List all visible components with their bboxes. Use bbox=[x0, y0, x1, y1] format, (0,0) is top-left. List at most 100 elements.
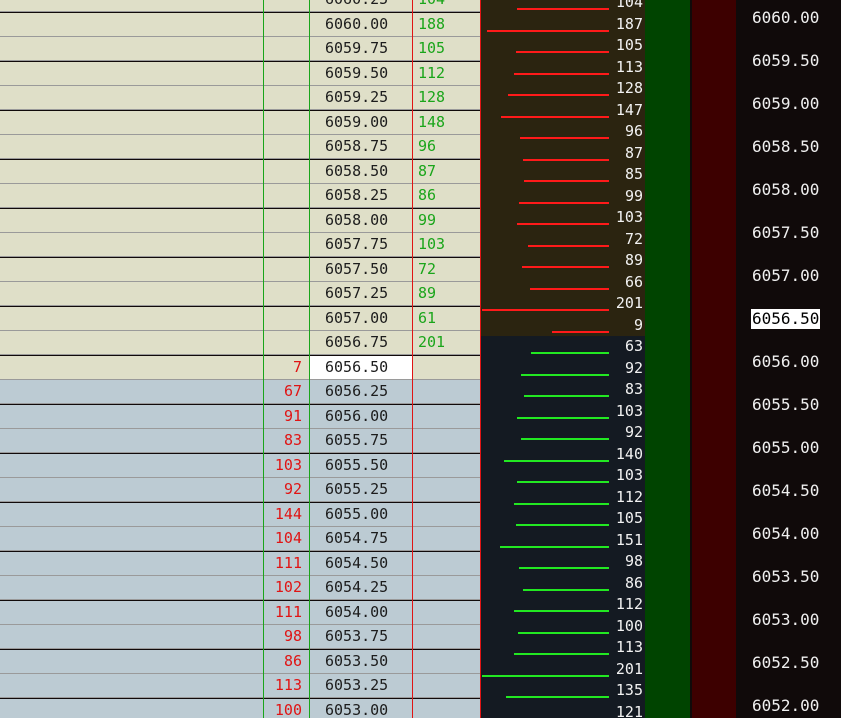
current-price-cell: 6056.50 bbox=[309, 355, 412, 379]
bid-size-cell[interactable]: 91 bbox=[263, 405, 309, 428]
ask-size-cell[interactable] bbox=[412, 650, 481, 673]
ladder-row[interactable]: 86 6053.50 bbox=[0, 649, 481, 674]
column-divider-line bbox=[412, 0, 413, 718]
ladder-row[interactable]: 6059.75 105 bbox=[0, 37, 481, 61]
bid-depth-bar bbox=[521, 373, 609, 376]
ladder-row[interactable]: 6057.50 72 bbox=[0, 257, 481, 282]
ask-size-cell[interactable] bbox=[412, 356, 481, 379]
bid-size-cell[interactable] bbox=[263, 331, 309, 354]
bid-size-cell[interactable]: 83 bbox=[263, 429, 309, 452]
bid-size-cell[interactable]: 100 bbox=[263, 699, 309, 718]
bid-size-cell[interactable]: 7 bbox=[263, 356, 309, 379]
ask-size-cell[interactable]: 87 bbox=[412, 160, 481, 183]
ask-size-cell[interactable]: 96 bbox=[412, 135, 481, 158]
bid-size-cell[interactable] bbox=[263, 282, 309, 305]
bid-size-cell[interactable] bbox=[263, 160, 309, 183]
ask-size-cell[interactable] bbox=[412, 454, 481, 477]
bid-size-cell[interactable] bbox=[263, 233, 309, 256]
ladder-row[interactable]: 113 6053.25 bbox=[0, 674, 481, 698]
ladder-empty-cell bbox=[0, 405, 263, 428]
ladder-row[interactable]: 102 6054.25 bbox=[0, 576, 481, 600]
bid-size-cell[interactable] bbox=[263, 184, 309, 207]
bid-size-cell[interactable]: 86 bbox=[263, 650, 309, 673]
ladder-row[interactable]: 144 6055.00 bbox=[0, 502, 481, 527]
ask-size-cell[interactable]: 201 bbox=[412, 331, 481, 354]
ask-size-cell[interactable] bbox=[412, 478, 481, 501]
bid-depth-row: 113 bbox=[481, 637, 645, 659]
ladder-row[interactable]: 6056.75 201 bbox=[0, 331, 481, 355]
bid-size-cell[interactable] bbox=[263, 258, 309, 281]
ladder-empty-cell bbox=[0, 552, 263, 575]
bid-size-cell[interactable] bbox=[263, 86, 309, 109]
ladder-row[interactable]: 111 6054.50 bbox=[0, 551, 481, 576]
bid-size-cell[interactable] bbox=[263, 209, 309, 232]
ask-size-cell[interactable] bbox=[412, 503, 481, 526]
ladder-row[interactable]: 6058.25 86 bbox=[0, 184, 481, 208]
ladder-row[interactable]: 104 6054.75 bbox=[0, 527, 481, 551]
bid-size-cell[interactable] bbox=[263, 135, 309, 158]
bid-size-cell[interactable] bbox=[263, 13, 309, 36]
ask-size-cell[interactable]: 89 bbox=[412, 282, 481, 305]
ask-size-cell[interactable] bbox=[412, 380, 481, 403]
ask-size-cell[interactable]: 104 bbox=[412, 0, 481, 11]
bid-size-cell[interactable] bbox=[263, 307, 309, 330]
ask-size-cell[interactable]: 112 bbox=[412, 62, 481, 85]
bid-size-cell[interactable]: 92 bbox=[263, 478, 309, 501]
ladder-row[interactable]: 7 6056.50 bbox=[0, 355, 481, 380]
ask-size-cell[interactable] bbox=[412, 601, 481, 624]
ladder-row[interactable]: 6058.00 99 bbox=[0, 208, 481, 233]
ladder-row[interactable]: 111 6054.00 bbox=[0, 600, 481, 625]
bid-size-cell[interactable] bbox=[263, 62, 309, 85]
bid-size-cell[interactable] bbox=[263, 0, 309, 11]
ladder-row[interactable]: 98 6053.75 bbox=[0, 625, 481, 649]
bid-size-cell[interactable]: 111 bbox=[263, 601, 309, 624]
ask-size-cell[interactable] bbox=[412, 674, 481, 697]
ask-size-cell[interactable] bbox=[412, 576, 481, 599]
ask-size-cell[interactable] bbox=[412, 625, 481, 648]
bid-size-cell[interactable] bbox=[263, 111, 309, 134]
ladder-row[interactable]: 91 6056.00 bbox=[0, 404, 481, 429]
ask-depth-row: 103 bbox=[481, 207, 645, 229]
bid-size-cell[interactable]: 113 bbox=[263, 674, 309, 697]
ladder-row[interactable]: 6058.75 96 bbox=[0, 135, 481, 159]
ask-size-cell[interactable]: 128 bbox=[412, 86, 481, 109]
bid-size-cell[interactable]: 104 bbox=[263, 527, 309, 550]
bid-depth-row: 103 bbox=[481, 400, 645, 422]
ask-size-cell[interactable]: 99 bbox=[412, 209, 481, 232]
ask-size-cell[interactable] bbox=[412, 552, 481, 575]
ladder-row[interactable]: 100 6053.00 bbox=[0, 698, 481, 718]
ladder-row[interactable]: 6059.25 128 bbox=[0, 86, 481, 110]
ladder-row[interactable]: 6059.50 112 bbox=[0, 61, 481, 86]
ask-size-cell[interactable]: 188 bbox=[412, 13, 481, 36]
ask-size-cell[interactable] bbox=[412, 699, 481, 718]
ladder-row[interactable]: 92 6055.25 bbox=[0, 478, 481, 502]
ask-size-cell[interactable] bbox=[412, 527, 481, 550]
ladder-row[interactable]: 6060.25104 bbox=[0, 0, 481, 12]
price-cell: 6055.50 bbox=[325, 455, 389, 474]
bid-size-cell[interactable]: 144 bbox=[263, 503, 309, 526]
bid-size-cell[interactable]: 102 bbox=[263, 576, 309, 599]
ask-size-cell[interactable]: 105 bbox=[412, 37, 481, 60]
ladder-row[interactable]: 6060.00 188 bbox=[0, 12, 481, 37]
ladder-row[interactable]: 103 6055.50 bbox=[0, 453, 481, 478]
ask-size-cell[interactable]: 61 bbox=[412, 307, 481, 330]
ask-size-cell[interactable] bbox=[412, 429, 481, 452]
bid-size-cell[interactable]: 67 bbox=[263, 380, 309, 403]
price-axis-tick: 6056.00 bbox=[752, 352, 820, 371]
bid-size-cell[interactable]: 103 bbox=[263, 454, 309, 477]
ladder-row[interactable]: 6057.25 89 bbox=[0, 282, 481, 306]
bid-size-cell[interactable]: 98 bbox=[263, 625, 309, 648]
ask-size-cell[interactable]: 103 bbox=[412, 233, 481, 256]
bid-size-cell[interactable] bbox=[263, 37, 309, 60]
ladder-row[interactable]: 6059.00 148 bbox=[0, 110, 481, 135]
ask-size-cell[interactable]: 72 bbox=[412, 258, 481, 281]
ladder-row[interactable]: 83 6055.75 bbox=[0, 429, 481, 453]
ladder-row[interactable]: 67 6056.25 bbox=[0, 380, 481, 404]
ladder-row[interactable]: 6057.75 103 bbox=[0, 233, 481, 257]
ladder-row[interactable]: 6057.00 61 bbox=[0, 306, 481, 331]
ask-size-cell[interactable]: 86 bbox=[412, 184, 481, 207]
ladder-row[interactable]: 6058.50 87 bbox=[0, 159, 481, 184]
ask-size-cell[interactable]: 148 bbox=[412, 111, 481, 134]
bid-size-cell[interactable]: 111 bbox=[263, 552, 309, 575]
ask-size-cell[interactable] bbox=[412, 405, 481, 428]
